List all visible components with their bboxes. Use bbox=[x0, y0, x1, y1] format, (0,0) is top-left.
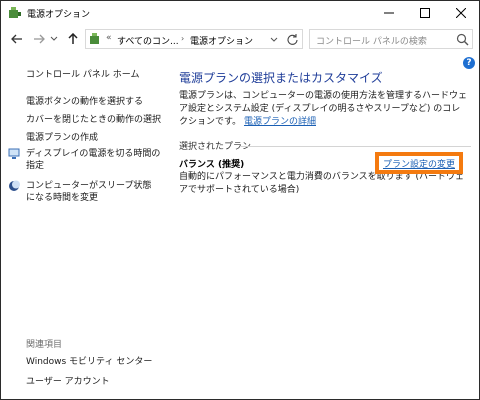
sidebar-link-lid-close[interactable]: カバーを閉じたときの動作の選択 bbox=[26, 112, 161, 125]
plan-name: バランス (推奨) bbox=[179, 160, 245, 170]
maximize-icon bbox=[420, 8, 430, 18]
sidebar-link-power-button[interactable]: 電源ボタンの動作を選択する bbox=[26, 94, 143, 107]
plan-description: 自動的にパフォーマンスと電力消費のバランスを取ります (ハードウェアでサポートさ… bbox=[179, 172, 465, 195]
power-options-window: 電源オプション « すべてのコン... › 電源オプション コントロール パネル… bbox=[0, 0, 480, 400]
search-box[interactable]: コントロール パネルの検索 bbox=[309, 29, 473, 49]
power-plan-details-link[interactable]: 電源プランの詳細 bbox=[244, 117, 316, 127]
related-link-user-accounts[interactable]: ユーザー アカウント bbox=[26, 374, 110, 387]
minimize-button[interactable] bbox=[371, 1, 407, 25]
breadcrumb-separator-icon[interactable]: › bbox=[181, 34, 184, 43]
control-panel-home-link[interactable]: コントロール パネル ホーム bbox=[26, 67, 139, 80]
window-title: 電源オプション bbox=[27, 10, 91, 20]
sidebar-link-sleep-time[interactable]: コンピューターがスリープ状態になる時間を変更 bbox=[26, 180, 154, 204]
sidebar-link-display-off[interactable]: ディスプレイの電源を切る時間の指定 bbox=[26, 148, 166, 172]
arrow-right-icon bbox=[34, 34, 45, 44]
page-title: 電源プランの選択またはカスタマイズ bbox=[179, 71, 383, 85]
power-options-icon bbox=[9, 7, 21, 18]
breadcrumb-power-options[interactable]: 電源オプション bbox=[190, 34, 253, 47]
overflow-chevron-icon[interactable]: « bbox=[106, 33, 112, 43]
help-icon[interactable]: ? bbox=[463, 57, 475, 69]
display-shield-icon bbox=[8, 148, 20, 159]
forward-button[interactable] bbox=[31, 31, 47, 47]
search-input[interactable]: コントロール パネルの検索 bbox=[316, 34, 427, 47]
chevron-down-icon[interactable] bbox=[268, 34, 280, 46]
minimize-icon bbox=[384, 12, 394, 14]
address-bar[interactable]: « すべてのコン... › 電源オプション bbox=[85, 29, 303, 49]
back-button[interactable] bbox=[9, 31, 25, 47]
close-button[interactable] bbox=[443, 1, 479, 25]
change-plan-settings-highlight[interactable]: プラン設定の変更 bbox=[375, 152, 463, 174]
related-link-mobility-center[interactable]: Windows モビリティ センター bbox=[26, 354, 152, 367]
close-icon bbox=[456, 8, 466, 18]
related-section-heading: 関連項目 bbox=[26, 340, 63, 350]
recent-locations-button[interactable] bbox=[49, 31, 59, 47]
up-button[interactable] bbox=[65, 31, 81, 47]
breadcrumb-all-items[interactable]: すべてのコン... bbox=[117, 34, 179, 47]
description-text: 電源プランは、コンピューターの電源の使用方法を管理するハードウェア設定とシステム… bbox=[179, 91, 468, 127]
chevron-down-icon bbox=[50, 36, 58, 41]
maximize-button[interactable] bbox=[407, 1, 443, 25]
power-options-icon bbox=[90, 33, 99, 44]
title-bar: 電源オプション bbox=[1, 1, 479, 25]
refresh-icon[interactable] bbox=[286, 33, 299, 46]
change-plan-settings-link[interactable]: プラン設定の変更 bbox=[383, 157, 455, 170]
sleep-moon-icon bbox=[9, 180, 20, 191]
search-icon[interactable] bbox=[456, 33, 469, 46]
navigation-bar: « すべてのコン... › 電源オプション コントロール パネルの検索 bbox=[1, 26, 479, 52]
arrow-left-icon bbox=[11, 34, 22, 44]
arrow-up-icon bbox=[68, 33, 78, 44]
sidebar-link-create-plan[interactable]: 電源プランの作成 bbox=[26, 130, 98, 143]
group-divider bbox=[241, 146, 471, 147]
page-description: 電源プランは、コンピューターの電源の使用方法を管理するハードウェア設定とシステム… bbox=[179, 90, 469, 129]
